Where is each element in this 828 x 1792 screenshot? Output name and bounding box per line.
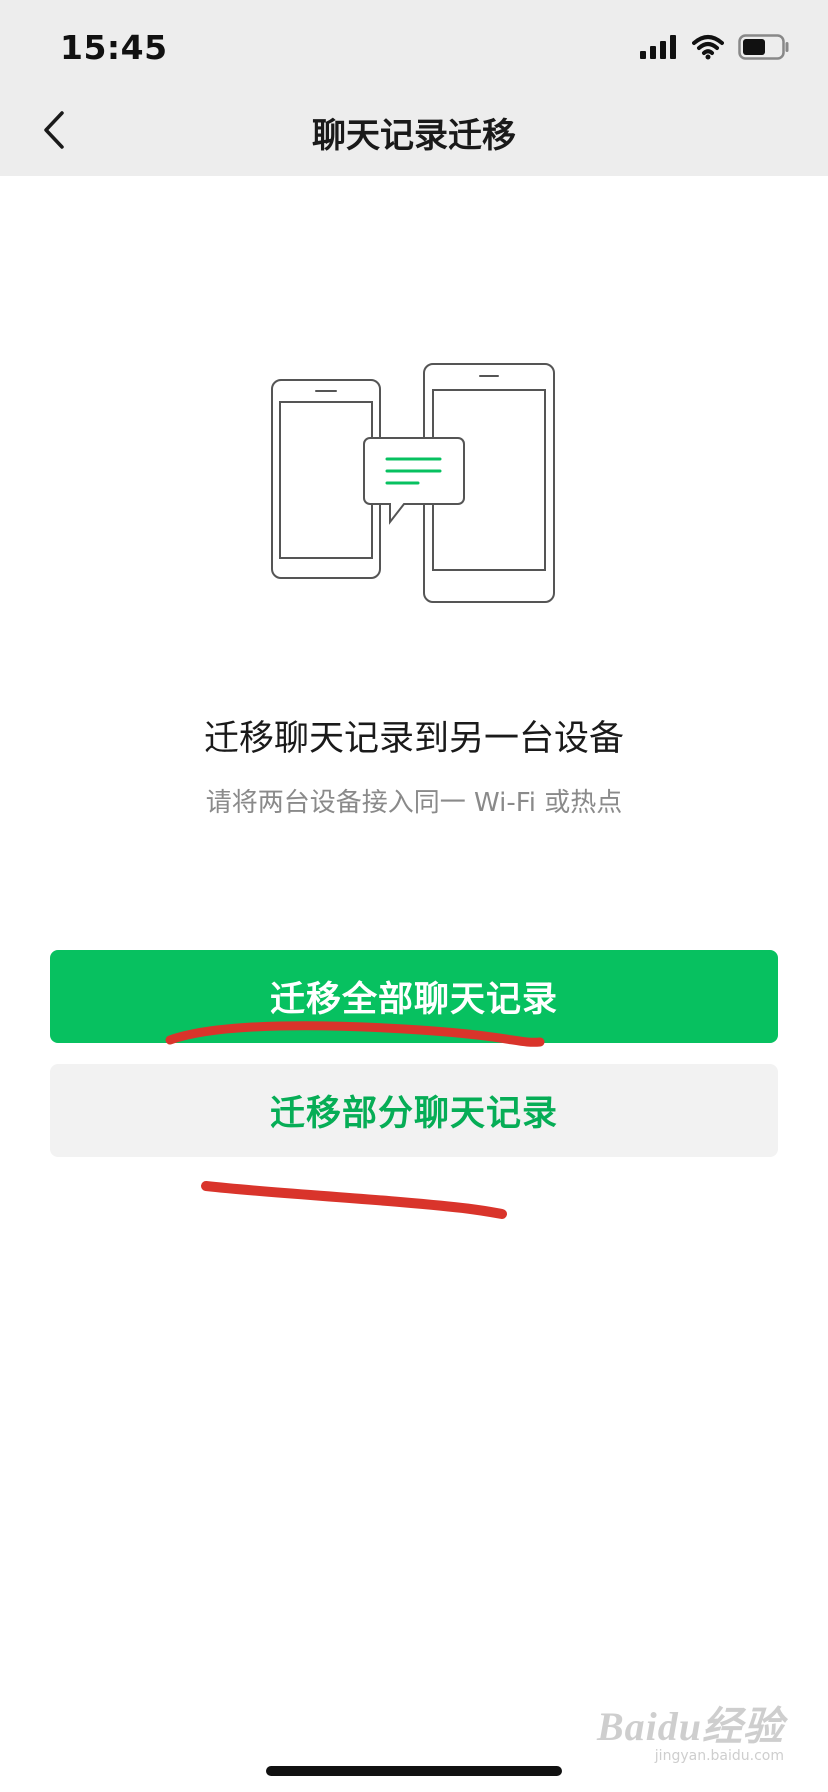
annotation-underline-2 (201, 1181, 507, 1219)
status-time: 15:45 (60, 28, 168, 67)
chat-migration-screen: 15:45 聊天记录迁移 迁移聊天记录到另一台设备 请将两台设备接入同一 Wi-… (0, 0, 828, 1792)
page-title: 聊天记录迁移 (312, 116, 516, 156)
phone-to-phone-transfer-icon (266, 358, 566, 608)
migrate-all-label: 迁移全部聊天记录 (269, 980, 558, 1020)
headline: 迁移聊天记录到另一台设备 (203, 719, 624, 759)
migrate-all-button[interactable]: 迁移全部聊天记录 (50, 950, 778, 1043)
baidu-watermark: Baidu经验 jingyan.baidu.com (597, 1694, 784, 1764)
migrate-partial-label: 迁移部分聊天记录 (269, 1094, 558, 1134)
status-icons (640, 34, 790, 64)
watermark-brand: Baidu经验 (596, 1704, 784, 1749)
signal-icon (640, 35, 678, 63)
header-area: 15:45 聊天记录迁移 (0, 0, 828, 176)
annotation-underlines (165, 1021, 545, 1219)
migrate-partial-button[interactable]: 迁移部分聊天记录 (50, 1064, 778, 1157)
battery-icon (738, 34, 790, 64)
wifi-icon (692, 34, 724, 64)
home-indicator[interactable] (266, 1766, 562, 1776)
wifi-instruction: 请将两台设备接入同一 Wi-Fi 或热点 (205, 788, 623, 818)
